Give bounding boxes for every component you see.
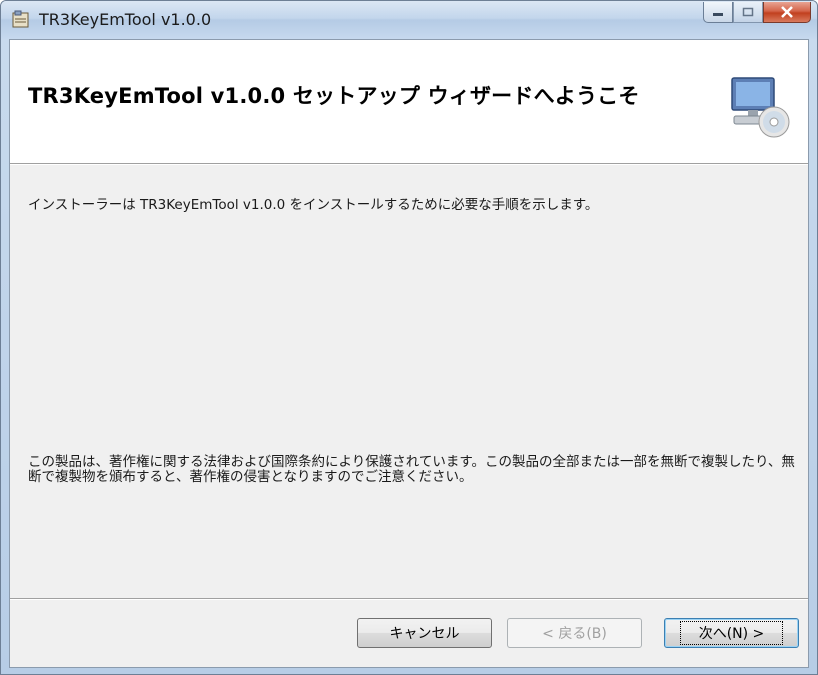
minimize-button[interactable] — [703, 2, 733, 23]
wizard-banner: TR3KeyEmTool v1.0.0 セットアップ ウィザードへようこそ — [10, 40, 808, 164]
wizard-client-area: TR3KeyEmTool v1.0.0 セットアップ ウィザードへようこそ イン… — [9, 39, 809, 668]
copyright-notice: この製品は、著作権に関する法律および国際条約により保護されています。この製品の全… — [28, 454, 795, 485]
computer-cd-icon — [731, 77, 790, 138]
button-separator — [10, 598, 808, 600]
cancel-button-label: キャンセル — [389, 626, 460, 642]
cancel-button[interactable]: キャンセル — [357, 618, 492, 648]
maximize-button[interactable] — [733, 2, 763, 23]
next-button[interactable]: 次へ(N) > — [664, 618, 799, 648]
title-bar[interactable]: TR3KeyEmTool v1.0.0 — [1, 1, 817, 39]
maximize-icon — [742, 7, 754, 17]
close-icon — [781, 6, 793, 18]
close-button[interactable] — [763, 2, 811, 23]
installer-window: TR3KeyEmTool v1.0.0 TR3KeyEmTool v1.0.0 … — [0, 0, 818, 675]
installer-icon — [12, 10, 29, 28]
minimize-icon — [713, 13, 723, 16]
caption-buttons — [703, 2, 811, 24]
back-button: < 戻る(B) — [507, 618, 642, 648]
next-button-label: 次へ(N) > — [679, 621, 784, 645]
intro-text: インストーラーは TR3KeyEmTool v1.0.0 をインストールするため… — [28, 197, 599, 213]
banner-separator — [10, 164, 808, 165]
window-title: TR3KeyEmTool v1.0.0 — [39, 10, 212, 29]
wizard-title: TR3KeyEmTool v1.0.0 セットアップ ウィザードへようこそ — [28, 84, 640, 108]
back-button-label: < 戻る(B) — [542, 626, 607, 642]
